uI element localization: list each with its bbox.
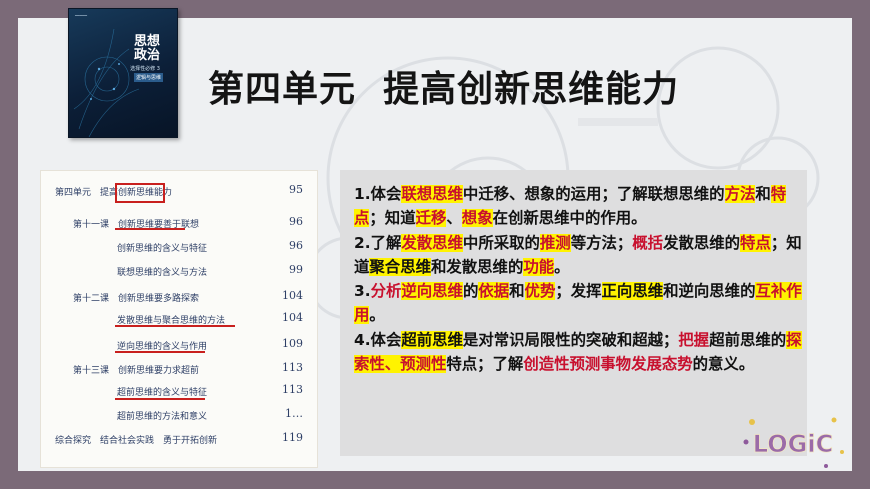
objective-item: 3.分析逆向思维的依据和优势；发挥正向思维和逆向思维的互补作用。 (354, 279, 804, 328)
toc-entry-text: 超前思维的含义与特征 (117, 388, 208, 398)
toc-entry-text: 创新思维的含义与特征 (117, 244, 208, 254)
toc-page-number: 119 (282, 431, 303, 444)
objective-text-segment: 的 (462, 282, 479, 301)
objective-text-segment: ；发挥 (555, 282, 602, 301)
toc-entry-text: 联想思维的含义与方法 (117, 268, 208, 278)
objective-text-segment: 2.了解 (354, 233, 402, 252)
objective-text-segment: 等方法； (570, 233, 633, 252)
toc-row: 第十三课 创新思维要力求超前 113 (41, 359, 317, 379)
objective-text-segment: 、 (446, 209, 462, 228)
logic-logo: LOGiC (743, 417, 844, 468)
toc-page-number: 113 (282, 383, 303, 396)
objective-highlight-segment: 功能 (523, 257, 555, 276)
objectives-text: 1.体会联想思维中迁移、想象的运用；了解联想思维的方法和特点；知道迁移、想象在创… (354, 182, 804, 376)
toc-page-number: 99 (289, 263, 303, 276)
objective-text-segment: 1.体会 (354, 185, 402, 203)
toc-page-number: 1… (285, 407, 303, 420)
cover-subtitle: 选择性必修 3 (130, 66, 160, 72)
toc-row: 综合探究 结合社会实践 勇于开拓创新 119 (41, 429, 317, 449)
toc-entry-text: 超前思维的方法和意义 (117, 412, 208, 422)
objective-highlight-segment: 概括 (632, 233, 664, 252)
objective-text-segment: 发散思维的 (663, 233, 741, 252)
objective-text-segment: 和逆向思维的 (663, 282, 756, 301)
objective-highlight-segment: 把握 (678, 330, 710, 349)
toc-entry-text: 第十三课 创新思维要力求超前 (73, 366, 200, 376)
toc-row: 第四单元 提高创新思维能力 95 (41, 181, 317, 201)
objective-text-segment: 。 (369, 306, 385, 325)
objective-highlight-segment: 特点 (740, 233, 771, 252)
objective-highlight-segment: 分析 (370, 282, 402, 301)
objectives-panel: 1.体会联想思维中迁移、想象的运用；了解联想思维的方法和特点；知道迁移、想象在创… (340, 170, 807, 456)
objective-text-segment: 3. (354, 282, 371, 301)
objective-highlight-segment: 超前思维 (401, 330, 463, 349)
objective-highlight-segment: 想象 (461, 209, 493, 228)
objective-text-segment: 中所采取的 (462, 233, 540, 252)
toc-page-number: 96 (289, 215, 303, 228)
objective-highlight-segment: 推测 (539, 233, 571, 252)
objective-highlight-segment: 发散思维 (401, 233, 463, 252)
toc-page-number: 104 (282, 289, 303, 302)
objective-text-segment: 和发散思维的 (430, 257, 524, 276)
toc-page-number: 104 (282, 311, 303, 324)
objective-item: 1.体会联想思维中迁移、想象的运用；了解联想思维的方法和特点；知道迁移、想象在创… (354, 182, 804, 231)
toc-row: 超前思维的方法和意义 1… (41, 405, 317, 425)
cover-publisher: ━━━━━ (75, 13, 88, 18)
toc-entry-text: 综合探究 结合社会实践 勇于开拓创新 (55, 436, 218, 446)
objective-highlight-segment: 依据 (478, 282, 510, 301)
toc-row: 联想思维的含义与方法 99 (41, 261, 317, 281)
objective-item: 2.了解发散思维中所采取的推测等方法；概括发散思维的特点；知道聚合思维和发散思维… (354, 231, 804, 280)
objective-text-segment: 特点；了解 (446, 355, 524, 374)
objective-highlight-segment: 联想思维 (401, 185, 463, 203)
objective-text-segment: ；知道 (369, 209, 416, 228)
toc-red-underline-mark (115, 398, 205, 400)
objective-highlight-segment: 优势 (524, 282, 556, 301)
toc-red-underline-mark (115, 325, 235, 327)
toc-entry-text: 第十二课 创新思维要多路探索 (73, 294, 200, 304)
objective-item: 4.体会超前思维是对常识局限性的突破和超越；把握超前思维的探索性、预测性特点；了… (354, 328, 804, 377)
textbook-cover-image: ━━━━━ 思想 政治 选择性必修 3 逻辑与思维 (68, 8, 178, 138)
toc-page-number: 113 (282, 361, 303, 374)
objective-text-segment: 中迁移、想象的运用；了解联想思维的 (462, 185, 725, 203)
objective-highlight-segment: 逆向思维 (401, 282, 463, 301)
toc-page-number: 95 (289, 183, 303, 196)
toc-row: 第十一课 创新思维要善于联想 96 (41, 213, 317, 233)
objective-text-segment: 和 (755, 185, 771, 203)
toc-red-underline-mark (115, 228, 185, 230)
toc-page-number: 109 (282, 337, 303, 350)
objective-text-segment: 在创新思维中的作用。 (492, 209, 647, 228)
logo-text: LOGiC (753, 430, 833, 458)
objective-highlight-segment: 迁移 (415, 209, 447, 228)
objective-text-segment: 超前思维的 (709, 330, 787, 349)
objective-highlight-segment: 正向思维 (601, 282, 664, 301)
objective-text-segment: 的意义。 (692, 355, 755, 374)
slide-title: 第四单元 提高创新思维能力 (208, 69, 680, 110)
toc-row: 第十二课 创新思维要多路探索 104 (41, 287, 317, 307)
cover-title: 思想 政治 (133, 34, 160, 63)
objective-highlight-segment: 创造性预测事物发展态势 (523, 355, 693, 374)
objective-highlight-segment: 聚合思维 (369, 257, 431, 276)
objective-text-segment: 4.体会 (354, 330, 402, 349)
toc-red-box-mark (115, 183, 165, 203)
objective-highlight-segment: 方法 (724, 185, 756, 203)
toc-red-underline-mark (115, 351, 205, 353)
table-of-contents-image: 第四单元 提高创新思维能力 95 第十一课 创新思维要善于联想 96 创新思维的含义与特… (40, 170, 318, 468)
slide: ━━━━━ 思想 政治 选择性必修 3 逻辑与思维 第四单元 提高创新思维能力 第… (0, 0, 870, 489)
objective-text-segment: 。 (554, 257, 570, 276)
cover-tag: 逻辑与思维 (133, 73, 163, 82)
objective-text-segment: 和 (509, 282, 525, 301)
toc-row: 创新思维的含义与特征 96 (41, 237, 317, 257)
toc-page-number: 96 (289, 239, 303, 252)
objective-text-segment: 是对常识局限性的突破和超越； (462, 330, 679, 349)
